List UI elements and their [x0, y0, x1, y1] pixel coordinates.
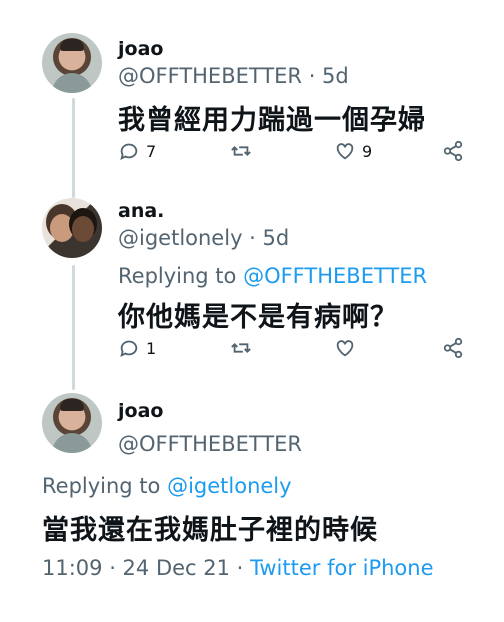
share-icon: [443, 337, 463, 359]
thread-connector-line: [72, 265, 75, 390]
tweet-text: 當我還在我媽肚子裡的時候: [42, 515, 378, 546]
like-count: 9: [362, 141, 373, 161]
tweet-text: 我曾經用力踹過一個孕婦: [118, 105, 426, 136]
replying-prefix: Replying to: [118, 264, 244, 288]
replying-prefix: Replying to: [42, 474, 168, 498]
reply-button[interactable]: 1: [118, 337, 156, 359]
retweet-button[interactable]: [230, 140, 258, 162]
thread-connector-line: [72, 98, 75, 198]
heart-icon: [336, 143, 354, 160]
share-button[interactable]: [442, 337, 464, 359]
display-name[interactable]: joao: [118, 400, 163, 422]
like-button[interactable]: 9: [334, 140, 372, 162]
mention-link[interactable]: @igetlonely: [167, 474, 292, 498]
handle-and-time: @OFFTHEBETTER · 5d: [118, 64, 349, 88]
replying-to-line: Replying to @OFFTHEBETTER: [118, 264, 427, 288]
share-icon: [443, 140, 463, 162]
display-name[interactable]: joao: [118, 38, 163, 60]
reply-count: 1: [146, 338, 157, 358]
avatar-ana[interactable]: [42, 198, 102, 258]
retweet-icon: [231, 146, 251, 156]
retweet-icon: [231, 343, 251, 353]
reply-count: 7: [146, 141, 157, 161]
handle-and-time: @igetlonely · 5d: [118, 226, 290, 250]
avatar-joao[interactable]: [42, 393, 102, 453]
tweet-meta: 11:09 · 24 Dec 21 · Twitter for iPhone: [42, 556, 434, 580]
timestamp[interactable]: 11:09 · 24 Dec 21 ·: [42, 556, 250, 580]
reply-icon: [120, 143, 138, 161]
heart-icon: [336, 340, 354, 357]
reply-button[interactable]: 7: [118, 140, 156, 162]
source-link[interactable]: Twitter for iPhone: [250, 556, 434, 580]
replying-to-line: Replying to @igetlonely: [42, 474, 292, 498]
handle: @OFFTHEBETTER: [118, 432, 303, 456]
reply-icon: [120, 340, 138, 358]
avatar-joao[interactable]: [42, 33, 102, 93]
mention-link[interactable]: @OFFTHEBETTER: [243, 264, 427, 288]
retweet-button[interactable]: [230, 337, 258, 359]
display-name[interactable]: ana.: [118, 200, 164, 222]
tweet-text: 你他媽是不是有病啊？: [118, 302, 398, 333]
like-button[interactable]: [334, 337, 362, 359]
share-button[interactable]: [442, 140, 464, 162]
